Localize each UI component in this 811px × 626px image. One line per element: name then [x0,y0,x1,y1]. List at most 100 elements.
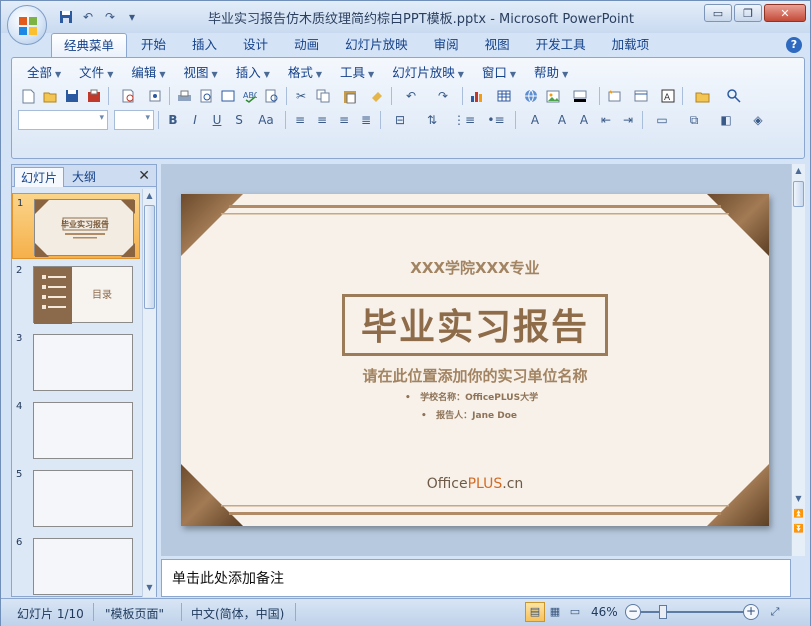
help-icon[interactable]: ? [786,37,802,53]
research-icon[interactable] [262,86,282,106]
insert-picture-icon[interactable] [543,86,563,106]
cut-icon[interactable]: ✂ [291,86,311,106]
current-slide[interactable]: XXX学院XXX专业 毕业实习报告 请在此位置添加你的实习单位名称 • 学校名称… [181,194,769,526]
previous-slide-icon[interactable]: ⏫ [793,509,804,521]
slide-layout-icon[interactable] [218,86,238,106]
print-preview-icon[interactable] [113,86,143,106]
tab-addins[interactable]: 加载项 [600,33,662,57]
underline-icon[interactable]: U [207,110,227,130]
text-align-icon[interactable]: ⊟ [385,110,415,130]
menu-help[interactable]: 帮助 ▼ [525,63,577,83]
align-right-icon[interactable]: ≡ [334,110,354,130]
school-line[interactable]: • 学校名称：OfficePLUS大学 [405,390,538,403]
shape-fill-icon[interactable]: ◈ [743,110,773,130]
zoom-slider-track[interactable] [641,611,747,613]
arrange-icon[interactable]: ⧉ [679,110,709,130]
menu-tools[interactable]: 工具 ▼ [331,63,383,83]
tab-design[interactable]: 设计 [231,33,280,57]
tab-classic-menu[interactable]: 经典菜单 [51,33,128,57]
tab-outline[interactable]: 大纲 [66,167,102,187]
slide-thumb-6[interactable]: 6 [12,533,140,597]
undo-icon[interactable]: ↶ [79,8,97,26]
menu-slideshow[interactable]: 幻灯片放映 ▼ [383,63,473,83]
menu-edit[interactable]: 编辑 ▼ [122,63,174,83]
shapes-icon[interactable]: ▭ [647,110,677,130]
panel-scrollbar[interactable]: ▲ ▼ [142,189,156,597]
slide-title[interactable]: 毕业实习报告 [342,298,608,350]
next-slide-icon[interactable]: ⏬ [793,524,804,536]
slide-color-icon[interactable] [565,86,595,106]
font-color-icon[interactable]: A [520,110,550,130]
bullets-icon[interactable]: •≡ [481,110,511,130]
slide-tagline[interactable]: 请在此位置添加你的实习单位名称 [181,365,769,386]
zoom-in-icon[interactable]: + [743,604,759,620]
decrease-indent-icon[interactable]: ⇤ [596,110,616,130]
format-painter-icon[interactable] [367,86,387,106]
zoom-out-icon[interactable]: − [625,604,641,620]
italic-icon[interactable]: I [185,110,205,130]
editor-scrollbar[interactable]: ▲ ▼ ⏫ ⏬ [791,164,805,556]
slide-sorter-icon[interactable]: ▦ [545,602,565,622]
table-icon[interactable] [489,86,519,106]
menu-view[interactable]: 视图 ▼ [175,63,227,83]
zoom-slider-thumb[interactable] [659,605,667,619]
bold-icon[interactable]: B [163,110,183,130]
layout-icon[interactable] [626,86,656,106]
new-icon[interactable] [18,86,38,106]
menu-insert[interactable]: 插入 ▼ [227,63,279,83]
font-name-combo[interactable] [18,110,108,130]
undo-icon[interactable]: ↶ [396,86,426,106]
tab-review[interactable]: 审阅 [422,33,471,57]
slide-thumb-2[interactable]: 2 目录 [12,261,140,327]
chart-icon[interactable] [467,86,487,106]
tab-view[interactable]: 视图 [473,33,522,57]
minimize-button[interactable]: ▭ [704,4,732,22]
slide-thumb-5[interactable]: 5 [12,465,140,531]
office-button[interactable] [7,5,47,45]
justify-icon[interactable]: ≣ [356,110,376,130]
close-icon[interactable]: ✕ [138,168,150,184]
zoom-level[interactable]: 46% [591,605,618,619]
text-box-icon[interactable]: A [658,86,678,106]
tab-animations[interactable]: 动画 [282,33,331,57]
save-icon[interactable] [57,8,75,26]
print-icon[interactable] [174,86,194,106]
slideshow-view-icon[interactable]: ▭ [565,602,585,622]
notes-pane[interactable]: 单击此处添加备注 [161,559,791,597]
find-icon[interactable] [719,86,749,106]
preview-icon[interactable] [196,86,216,106]
customize-icon[interactable]: ▾ [123,8,141,26]
redo-icon[interactable]: ↷ [428,86,458,106]
tab-slides[interactable]: 幻灯片 [14,167,65,187]
close-button[interactable]: ✕ [764,4,806,22]
change-case-icon[interactable]: Aa [251,110,281,130]
copy-icon[interactable] [313,86,333,106]
spelling-icon[interactable]: ABC [240,86,260,106]
align-left-icon[interactable]: ≡ [290,110,310,130]
theme-name[interactable]: "模板页面" [105,605,164,622]
menu-window[interactable]: 窗口 ▼ [473,63,525,83]
quick-styles-icon[interactable]: ◧ [711,110,741,130]
restore-button[interactable]: ❐ [734,4,762,22]
tab-home[interactable]: 开始 [129,33,178,57]
language-indicator[interactable]: 中文(简体，中国) [191,605,284,622]
reporter-line[interactable]: • 报告人：Jane Doe [421,408,517,421]
font-size-combo[interactable] [114,110,154,130]
shrink-font-icon[interactable]: A [574,110,594,130]
menu-file[interactable]: 文件 ▼ [70,63,122,83]
tab-slideshow[interactable]: 幻灯片放映 [333,33,420,57]
save-icon[interactable] [62,86,82,106]
tab-developer[interactable]: 开发工具 [524,33,598,57]
menu-format[interactable]: 格式 ▼ [279,63,331,83]
numbering-icon[interactable]: ⋮≡ [449,110,479,130]
permission-icon[interactable] [84,86,104,106]
open-icon[interactable] [40,86,60,106]
fit-to-window-icon[interactable]: ⤢ [765,602,785,622]
redo-icon[interactable]: ↷ [101,8,119,26]
slide-thumb-1[interactable]: 1 毕业实习报告 [12,193,140,259]
grow-font-icon[interactable]: A [552,110,572,130]
slide-editor[interactable]: XXX学院XXX专业 毕业实习报告 请在此位置添加你的实习单位名称 • 学校名称… [161,164,791,556]
normal-view-icon[interactable]: ▤ [525,602,545,622]
folder-icon[interactable] [687,86,717,106]
slide-thumb-4[interactable]: 4 [12,397,140,463]
